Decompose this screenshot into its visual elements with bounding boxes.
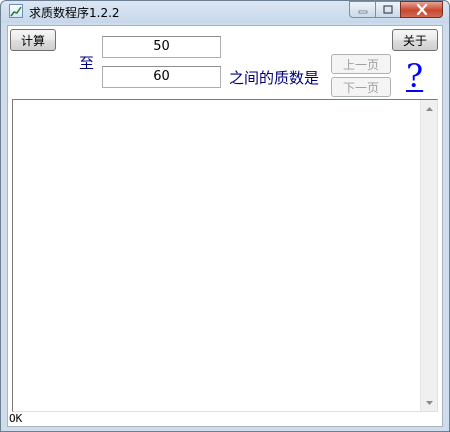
next-page-button[interactable]: 下一页 (331, 77, 391, 97)
minimize-icon (358, 10, 367, 13)
maximize-button[interactable] (375, 1, 400, 18)
chevron-down-icon (425, 400, 433, 405)
scroll-down-button[interactable] (421, 394, 437, 411)
scroll-up-button[interactable] (421, 100, 437, 117)
about-button[interactable]: 关于 (392, 29, 438, 51)
prime-output-area[interactable] (12, 99, 438, 412)
maximize-icon (383, 5, 393, 14)
end-number-input[interactable]: 60 (102, 66, 221, 88)
title-bar[interactable]: 求质数程序1.2.2 (1, 1, 449, 23)
start-number-input[interactable]: 50 (102, 36, 221, 58)
primes-between-label: 之间的质数是 (229, 69, 320, 87)
app-window: 求质数程序1.2.2 计算 至 50 60 之间的质数是 上一页 下一页 关于 … (0, 0, 450, 432)
compute-button[interactable]: 计算 (10, 29, 56, 51)
help-link[interactable]: ? (406, 60, 423, 92)
caption-buttons (349, 1, 443, 19)
app-icon (9, 4, 23, 18)
close-button[interactable] (400, 1, 443, 18)
to-label: 至 (79, 54, 95, 72)
chevron-up-icon (425, 106, 433, 111)
status-text: OK (9, 412, 23, 425)
minimize-button[interactable] (349, 1, 375, 18)
client-area: 计算 至 50 60 之间的质数是 上一页 下一页 关于 ? OK (7, 25, 443, 427)
close-icon (416, 4, 427, 15)
vertical-scrollbar[interactable] (420, 100, 437, 411)
window-title: 求质数程序1.2.2 (29, 6, 120, 20)
prev-page-button[interactable]: 上一页 (331, 54, 391, 74)
